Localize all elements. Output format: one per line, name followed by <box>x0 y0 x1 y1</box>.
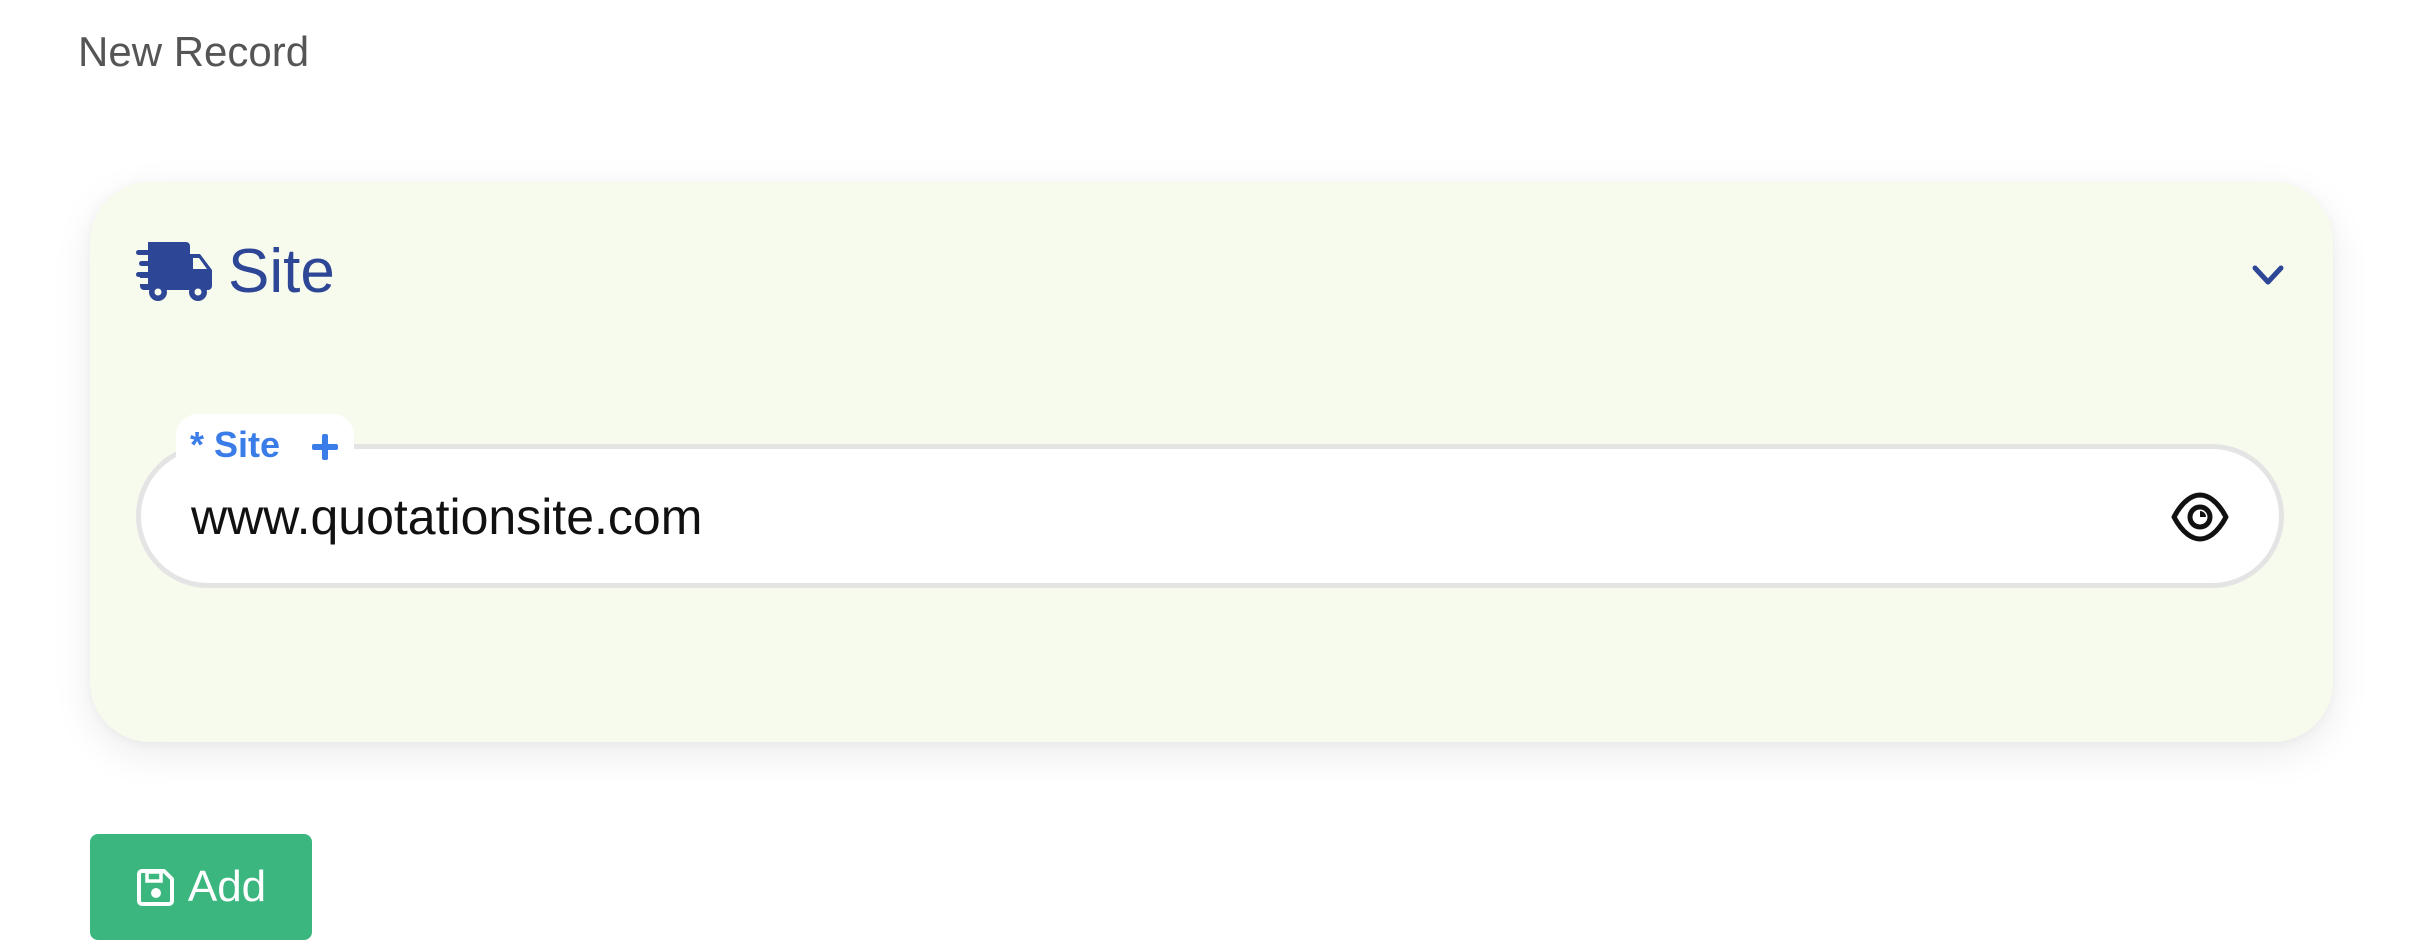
page-title: New Record <box>78 28 310 75</box>
site-field[interactable] <box>136 444 2284 588</box>
chevron-down-icon[interactable] <box>2249 256 2287 294</box>
site-label-text: * Site <box>190 424 281 465</box>
site-section-header[interactable]: Site <box>136 234 335 310</box>
plus-icon[interactable] <box>310 430 340 460</box>
section-title: Site <box>228 237 335 306</box>
eye-icon[interactable] <box>2171 491 2229 543</box>
add-button-label: Add <box>187 862 267 911</box>
truck-fast-icon <box>136 240 212 304</box>
site-field-label: * Site <box>176 414 355 476</box>
site-input[interactable] <box>191 487 1991 547</box>
site-section-card: Site * Site <box>90 182 2333 742</box>
save-icon <box>136 867 176 907</box>
add-button[interactable]: Add <box>90 834 312 940</box>
